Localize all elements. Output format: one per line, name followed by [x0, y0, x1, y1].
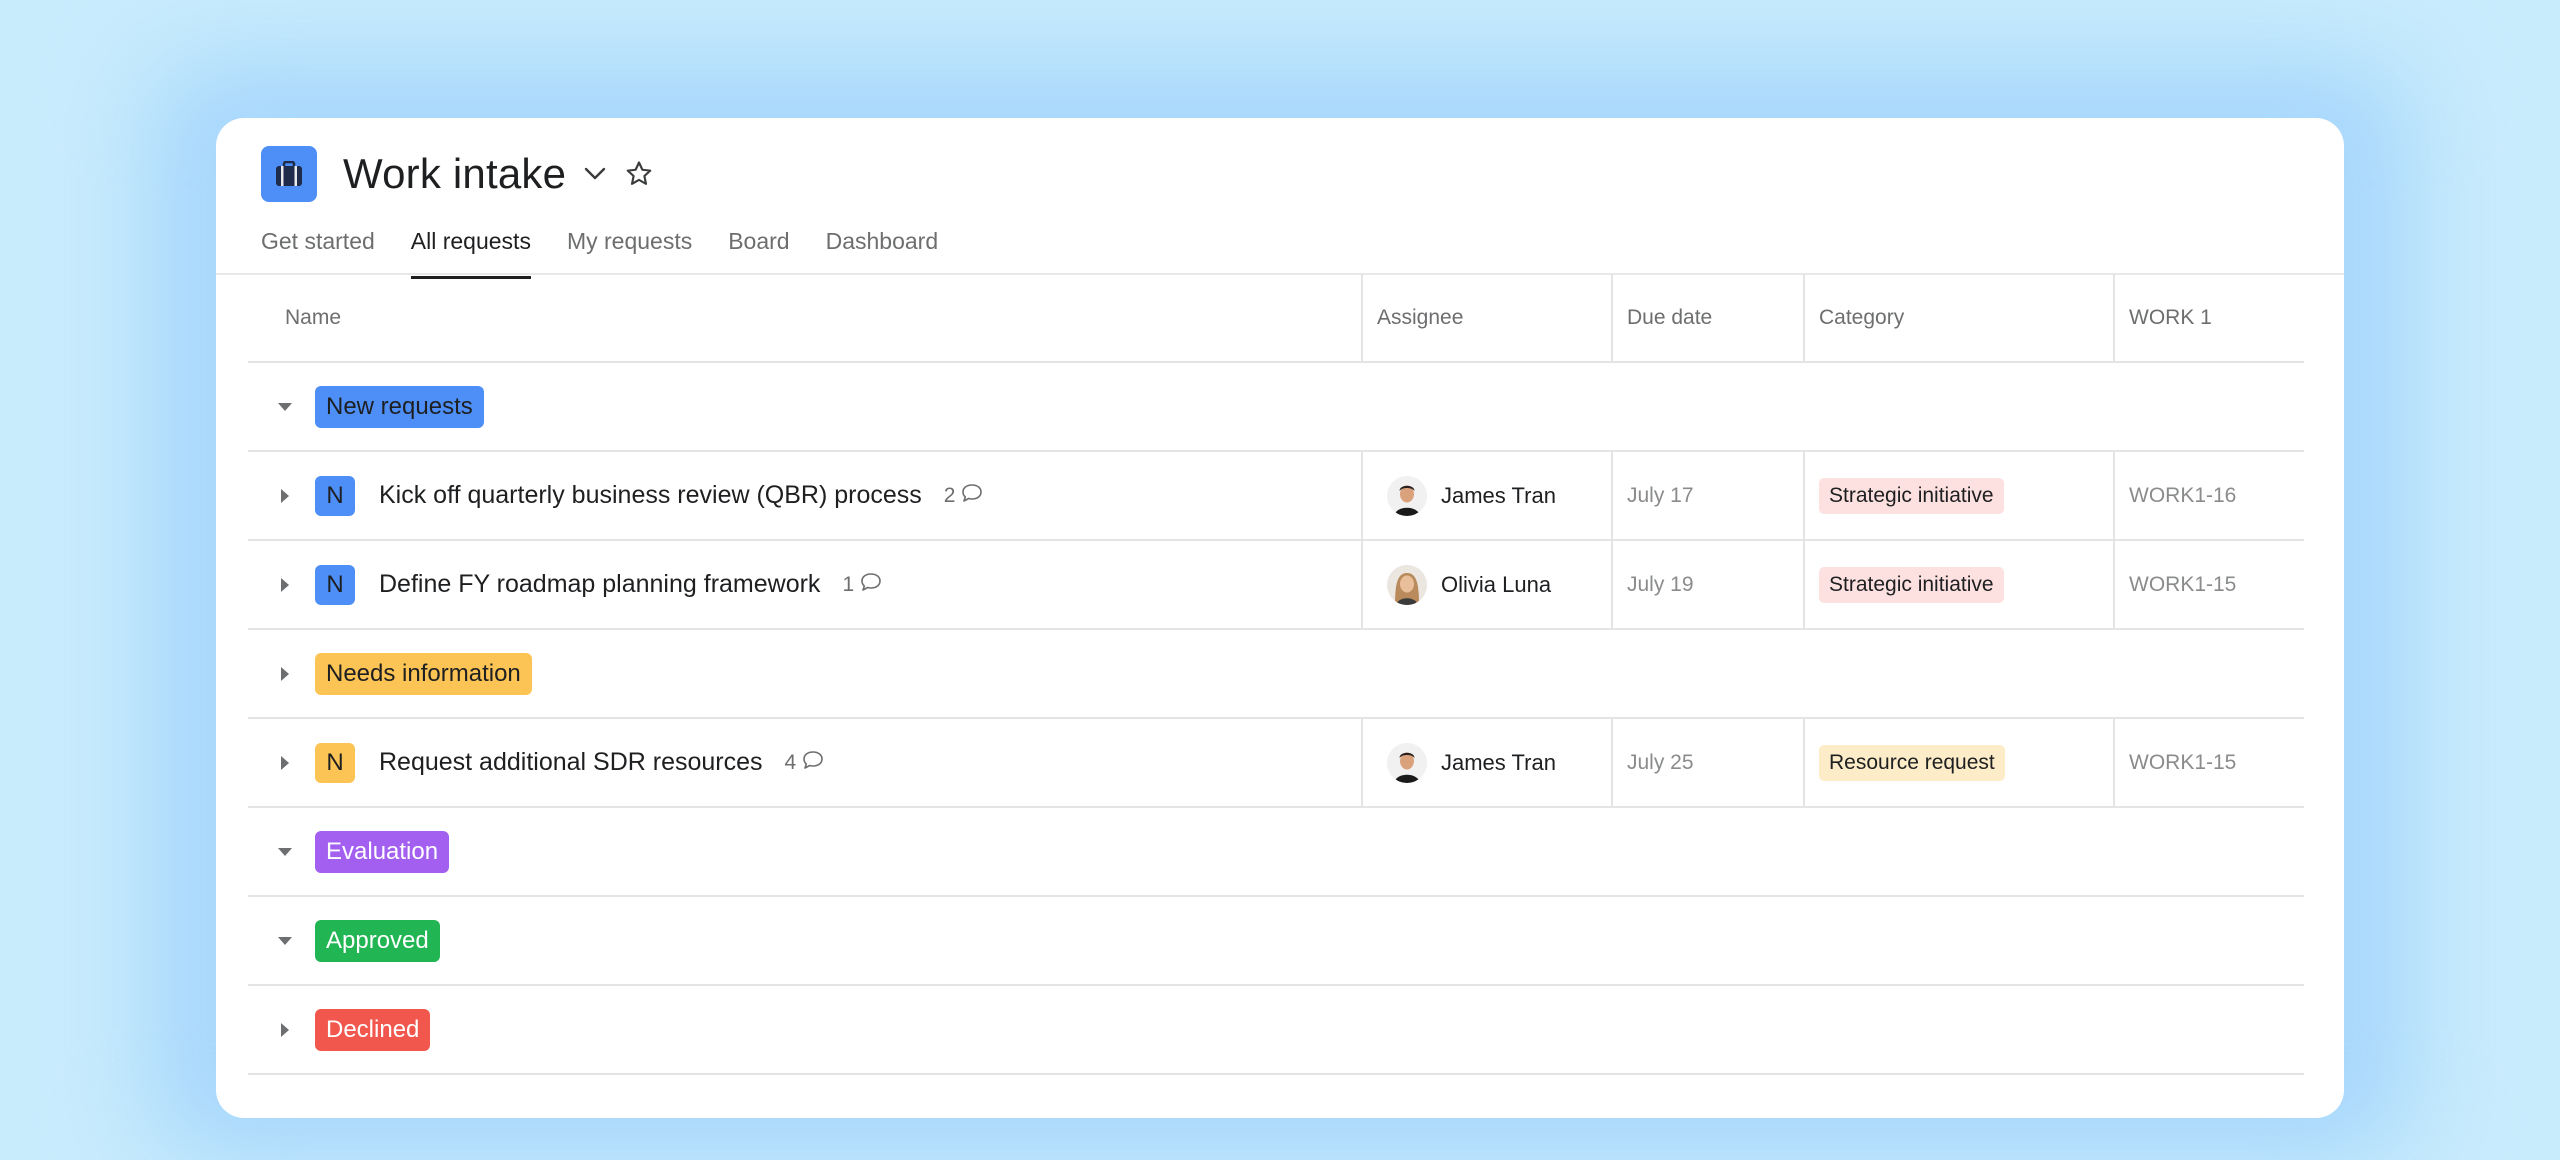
task-type-badge[interactable]: N	[315, 475, 355, 516]
task-name[interactable]: Kick off quarterly business review (QBR)…	[379, 481, 922, 510]
table-row[interactable]: N Define FY roadmap planning framework 1 Ol…	[248, 541, 2304, 630]
work-id-cell[interactable]: WORK1-15	[2113, 719, 2304, 806]
assignee-cell[interactable]: James Tran	[1361, 719, 1611, 806]
tab-bar: Get started All requests My requests Board D…	[261, 218, 974, 279]
table-header-row: Name Assignee Due date Category WORK 1	[248, 274, 2304, 363]
category-pill[interactable]: Strategic initiative	[1819, 566, 2004, 603]
tab-get-started[interactable]: Get started	[261, 218, 375, 274]
section-row: Approved	[248, 897, 2304, 986]
star-icon[interactable]	[624, 159, 654, 189]
section-row: Evaluation	[248, 808, 2304, 897]
section-row: Declined	[248, 986, 2304, 1075]
task-type-badge[interactable]: N	[315, 742, 355, 783]
task-name[interactable]: Define FY roadmap planning framework	[379, 570, 820, 599]
caret-down-icon[interactable]	[267, 389, 303, 425]
section-cell: Declined	[248, 986, 1361, 1073]
due-date-cell[interactable]: July 17	[1611, 452, 1803, 539]
task-name[interactable]: Request additional SDR resources	[379, 748, 763, 777]
due-date: July 17	[1627, 483, 1694, 507]
column-header-name[interactable]: Name	[248, 274, 1361, 361]
assignee-name[interactable]: Olivia Luna	[1441, 572, 1551, 598]
section-label[interactable]: Evaluation	[315, 830, 450, 873]
briefcase-icon[interactable]	[261, 146, 317, 202]
section-cell: Evaluation	[248, 808, 1361, 895]
column-header-work[interactable]: WORK 1	[2113, 274, 2304, 361]
tab-board[interactable]: Board	[728, 218, 789, 274]
comment-count[interactable]: 2	[944, 483, 984, 509]
task-type-badge[interactable]: N	[315, 564, 355, 605]
work-id-cell[interactable]: WORK1-16	[2113, 452, 2304, 539]
comment-count[interactable]: 1	[842, 572, 882, 598]
caret-right-icon[interactable]	[267, 478, 303, 514]
category-pill[interactable]: Strategic initiative	[1819, 477, 2004, 514]
project-header: Work intake	[261, 146, 654, 202]
column-header-due-date[interactable]: Due date	[1611, 274, 1803, 361]
assignee-name[interactable]: James Tran	[1441, 483, 1556, 509]
caret-right-icon[interactable]	[267, 745, 303, 781]
avatar	[1387, 475, 1427, 516]
task-name-cell: N Request additional SDR resources 4	[248, 719, 1361, 806]
section-row: New requests	[248, 363, 2304, 452]
avatar	[1387, 742, 1427, 783]
section-cell: New requests	[248, 363, 1361, 450]
section-label[interactable]: Needs information	[315, 652, 532, 695]
work-id-cell[interactable]: WORK1-15	[2113, 541, 2304, 628]
due-date: July 25	[1627, 750, 1694, 774]
caret-right-icon[interactable]	[267, 1012, 303, 1048]
section-label[interactable]: New requests	[315, 385, 484, 428]
caret-down-icon[interactable]	[267, 923, 303, 959]
caret-right-icon[interactable]	[267, 656, 303, 692]
due-date-cell[interactable]: July 19	[1611, 541, 1803, 628]
category-cell[interactable]: Strategic initiative	[1803, 452, 2113, 539]
task-name-cell: N Kick off quarterly business review (QBR…	[248, 452, 1361, 539]
category-pill[interactable]: Resource request	[1819, 744, 2005, 781]
project-window: Work intake Get started All requests My re…	[216, 118, 2344, 1118]
page-title: Work intake	[343, 150, 567, 197]
section-cell: Approved	[248, 897, 1361, 984]
assignee-cell[interactable]: Olivia Luna	[1361, 541, 1611, 628]
caret-down-icon[interactable]	[267, 834, 303, 870]
due-date-cell[interactable]: July 25	[1611, 719, 1803, 806]
category-cell[interactable]: Strategic initiative	[1803, 541, 2113, 628]
section-cell: Needs information	[248, 630, 1361, 717]
column-header-assignee[interactable]: Assignee	[1361, 274, 1611, 361]
section-label[interactable]: Declined	[315, 1008, 431, 1051]
assignee-cell[interactable]: James Tran	[1361, 452, 1611, 539]
tab-my-requests[interactable]: My requests	[567, 218, 692, 274]
table-row[interactable]: N Kick off quarterly business review (QBR…	[248, 452, 2304, 541]
chevron-down-icon[interactable]	[580, 159, 610, 189]
tab-dashboard[interactable]: Dashboard	[826, 218, 939, 274]
task-name-cell: N Define FY roadmap planning framework 1	[248, 541, 1361, 628]
due-date: July 19	[1627, 572, 1694, 596]
comment-count-value: 2	[943, 483, 956, 507]
tab-all-requests[interactable]: All requests	[410, 218, 532, 279]
table-row[interactable]: N Request additional SDR resources 4 James …	[248, 719, 2304, 808]
comment-count[interactable]: 4	[785, 750, 825, 776]
avatar	[1387, 564, 1427, 605]
section-row: Needs information	[248, 630, 2304, 719]
comment-icon	[796, 750, 824, 776]
requests-table: Name Assignee Due date Category WORK 1 N…	[248, 274, 2304, 1075]
section-label[interactable]: Approved	[315, 919, 440, 962]
assignee-name[interactable]: James Tran	[1441, 750, 1556, 776]
work-id: WORK1-15	[2129, 750, 2237, 774]
work-id: WORK1-15	[2129, 572, 2237, 596]
work-id: WORK1-16	[2129, 483, 2237, 507]
comment-icon	[854, 572, 882, 598]
caret-right-icon[interactable]	[267, 567, 303, 603]
comment-count-value: 4	[784, 750, 797, 774]
comment-icon	[955, 483, 983, 509]
category-cell[interactable]: Resource request	[1803, 719, 2113, 806]
column-header-category[interactable]: Category	[1803, 274, 2113, 361]
comment-count-value: 1	[842, 572, 855, 596]
